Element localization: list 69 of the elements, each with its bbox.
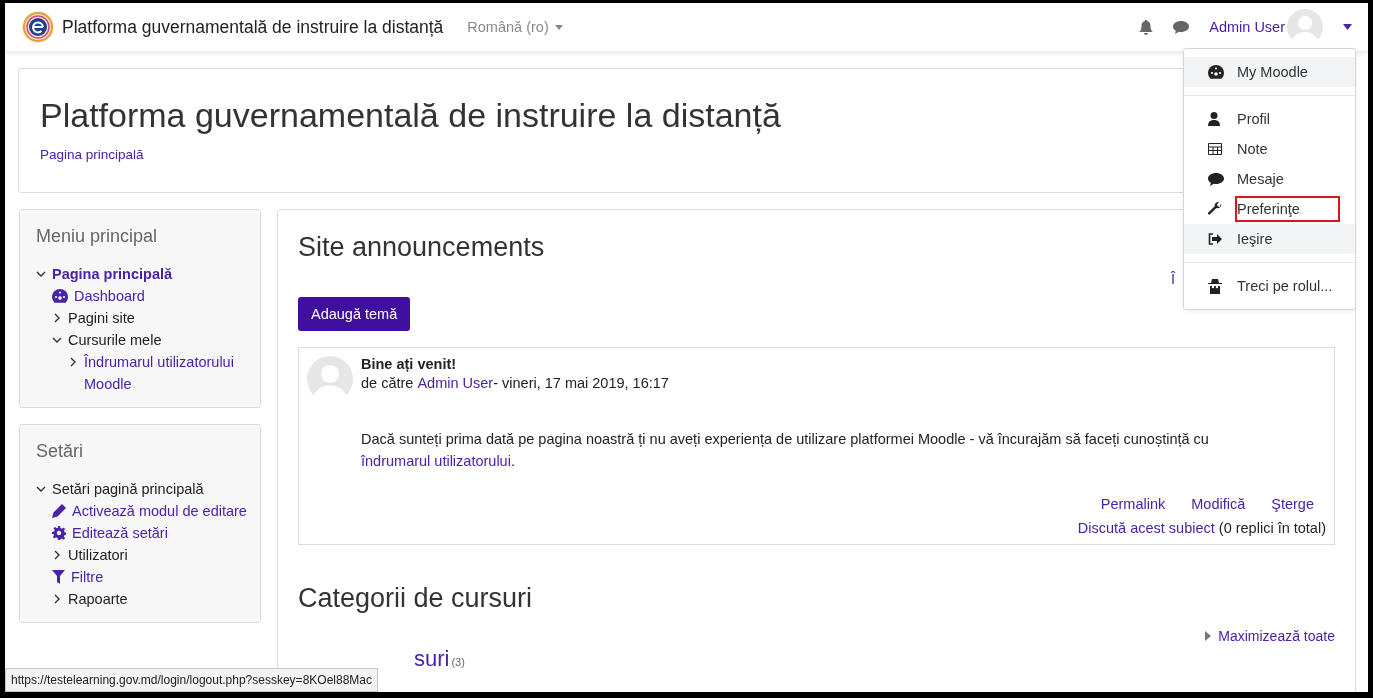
category-link[interactable]: suri xyxy=(414,646,450,671)
dashboard-icon xyxy=(1208,65,1224,79)
tree-item[interactable]: Dashboard xyxy=(74,285,145,307)
subscribe-link[interactable]: Î xyxy=(1170,271,1175,287)
spy-icon xyxy=(1208,278,1222,294)
tree-item[interactable]: Cursurile mele xyxy=(68,329,162,351)
wrench-icon xyxy=(1208,202,1222,216)
tree-item[interactable]: Editează setări xyxy=(72,522,168,544)
post-action-link[interactable]: Permalink xyxy=(1100,496,1166,512)
user-name[interactable]: Admin User xyxy=(1209,19,1285,35)
tree-item[interactable]: Filtre xyxy=(71,566,104,588)
tree-item[interactable]: Utilizatori xyxy=(68,544,128,566)
tree-item[interactable]: Pagina principală xyxy=(52,263,173,285)
chevron-right-icon[interactable] xyxy=(52,550,62,560)
course-count: (3) xyxy=(451,656,465,668)
author-link[interactable]: Admin User xyxy=(417,375,494,391)
status-url: https://testelearning.gov.md/login/logout.php?sesskey=8KOel88Mac xyxy=(5,668,378,692)
menu-item[interactable]: Mesaje xyxy=(1184,164,1355,194)
menu-item[interactable]: Note xyxy=(1184,134,1355,164)
chat-icon[interactable] xyxy=(1173,20,1190,34)
chevron-down-icon[interactable] xyxy=(36,484,46,494)
table-icon xyxy=(1208,143,1222,155)
section-title: Site announcements xyxy=(298,232,545,263)
tree-item[interactable]: Activează modul de editare xyxy=(72,500,247,522)
user-icon xyxy=(1208,112,1220,126)
menu-item[interactable]: Profil xyxy=(1184,104,1355,134)
byline-text: de către xyxy=(361,375,415,391)
caret-icon[interactable] xyxy=(1343,24,1352,30)
tree-item[interactable]: Rapoarte xyxy=(68,588,128,610)
tree-item[interactable]: Setări pagină principală xyxy=(52,478,204,500)
filter-icon xyxy=(52,570,65,584)
chat-icon xyxy=(1208,172,1224,186)
add-topic-button[interactable]: Adaugă temă xyxy=(298,297,411,331)
guide-link[interactable]: îndrumarul utilizatorului xyxy=(361,453,511,469)
post-body: Dacă sunteți prima dată pe pagina noastră ți nu aveți experiența de utilizare platformei Moodle - vă încurajăm să faceți cunoștință cu îndrumarul utilizatorului. xyxy=(361,430,1210,471)
logo-icon xyxy=(21,10,55,44)
language-menu[interactable]: Română (ro) xyxy=(467,19,563,35)
chevron-down-icon[interactable] xyxy=(36,269,46,279)
expand-all-link[interactable]: Maximizează toate xyxy=(1205,628,1335,644)
avatar-icon xyxy=(307,356,353,402)
reply-count: (0 replici în total) xyxy=(1217,520,1326,536)
chevron-down-icon[interactable] xyxy=(52,335,62,345)
dashboard-icon xyxy=(52,289,68,303)
section-title: Categorii de cursuri xyxy=(298,583,533,614)
page-title: Platforma guvernamentală de instruire la distanță xyxy=(40,95,781,136)
post-subject: Bine ați venit! xyxy=(361,356,458,372)
chevron-right-icon[interactable] xyxy=(52,594,62,604)
block-title: Setări xyxy=(36,441,85,462)
pencil-icon xyxy=(52,504,66,518)
settings-icon xyxy=(52,526,66,540)
menu-item[interactable]: Preferinţe xyxy=(1184,194,1355,224)
logout-icon xyxy=(1208,233,1223,245)
post-date: - vineri, 17 mai 2019, 16:17 xyxy=(493,375,669,391)
menu-item[interactable]: My Moodle xyxy=(1184,57,1355,87)
menu-item[interactable]: Treci pe rolul... xyxy=(1184,271,1355,301)
discuss-link[interactable]: Discută acest subiect xyxy=(1077,520,1215,536)
tree-item[interactable]: Îndrumarul utilizatorului Moodle xyxy=(84,351,248,395)
bell-icon[interactable] xyxy=(1139,19,1154,35)
chevron-right-icon[interactable] xyxy=(68,357,78,367)
triangle-icon xyxy=(1205,631,1212,641)
menu-item[interactable]: Ieşire xyxy=(1184,224,1355,254)
block-title: Meniu principal xyxy=(36,226,159,247)
breadcrumb-link[interactable]: Pagina principală xyxy=(40,147,144,162)
tree-item[interactable]: Pagini site xyxy=(68,307,135,329)
caret-icon xyxy=(554,24,563,30)
chevron-right-icon[interactable] xyxy=(52,313,62,323)
post-action-link[interactable]: Modifică xyxy=(1191,496,1246,512)
post-action-link[interactable]: Şterge xyxy=(1271,496,1314,512)
site-name[interactable]: Platforma guvernamentală de instruire la distanță xyxy=(62,16,444,38)
